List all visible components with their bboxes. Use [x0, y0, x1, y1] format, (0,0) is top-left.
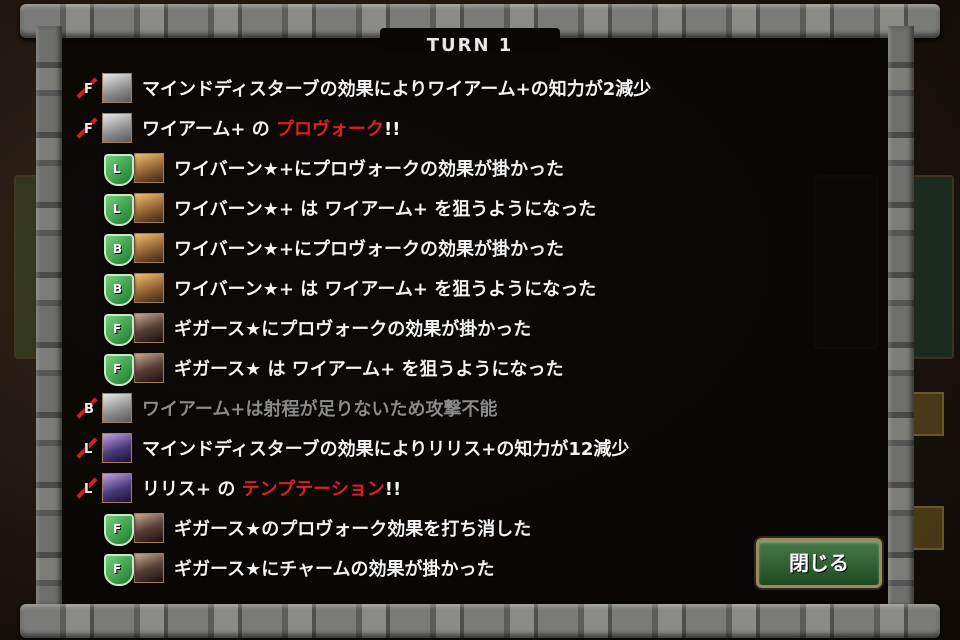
log-message: ギガース★にプロヴォークの効果が掛かった: [174, 315, 531, 341]
unit-portrait-gigas: [134, 553, 164, 583]
attack-sword-icon: L: [70, 472, 100, 504]
position-letter: L: [84, 442, 93, 457]
defense-shield-icon: F: [102, 352, 134, 386]
log-row: B ワイバーン★+ は ワイアーム+ を狙うようになった: [70, 268, 870, 308]
log-message-text: ワイバーン★+にプロヴォークの効果が掛かった: [174, 159, 564, 180]
defense-shield-icon: L: [102, 192, 134, 226]
position-letter: B: [84, 402, 94, 417]
position-letter: F: [113, 562, 122, 576]
log-row: B ワイバーン★+にプロヴォークの効果が掛かった: [70, 228, 870, 268]
unit-portrait-wyvern: [134, 193, 164, 223]
defense-shield-icon: F: [102, 312, 134, 346]
position-letter: F: [84, 122, 93, 137]
position-letter: F: [113, 362, 122, 376]
log-row: B ワイアーム+は射程が足りないため攻撃不能: [70, 388, 870, 428]
log-message: ワイアーム+は射程が足りないため攻撃不能: [142, 395, 497, 421]
turn-title: TURN 1: [380, 28, 560, 52]
log-message-text: ワイバーン★+ は ワイアーム+ を狙うようになった: [174, 279, 597, 300]
log-row: L マインドディスターブの効果によりリリス+の知力が12減少: [70, 428, 870, 468]
unit-portrait-lilith: [102, 433, 132, 463]
log-row: L リリス+ の テンプテーション!!: [70, 468, 870, 508]
frame-left: [36, 26, 62, 616]
position-letter: L: [113, 202, 121, 216]
log-row: L ワイバーン★+ は ワイアーム+ を狙うようになった: [70, 188, 870, 228]
log-message-text: マインドディスターブの効果によりリリス+の知力が12減少: [142, 439, 630, 460]
skill-name-highlight: テンプテーション: [241, 479, 385, 500]
log-row: F ギガース★にプロヴォークの効果が掛かった: [70, 308, 870, 348]
unit-portrait-gigas: [134, 313, 164, 343]
log-message-text: ワイアーム+ の: [142, 119, 276, 140]
log-message: ワイバーン★+にプロヴォークの効果が掛かった: [174, 235, 564, 261]
log-message-text: リリス+ の: [142, 479, 242, 500]
log-message-text: ワイアーム+は射程が足りないため攻撃不能: [142, 399, 498, 420]
log-message-text: ギガース★ は ワイアーム+ を狙うようになった: [174, 359, 564, 380]
log-message-text: ギガース★にチャームの効果が掛かった: [174, 559, 495, 580]
log-message-text: マインドディスターブの効果によりワイアーム+の知力が2減少: [142, 79, 652, 100]
log-message: ギガース★ は ワイアーム+ を狙うようになった: [174, 355, 564, 381]
attack-sword-icon: F: [70, 112, 100, 144]
log-message-text: ギガース★のプロヴォーク効果を打ち消した: [174, 519, 532, 540]
position-letter: F: [113, 522, 122, 536]
log-message-text: ワイバーン★+にプロヴォークの効果が掛かった: [174, 239, 564, 260]
log-row: F ギガース★のプロヴォーク効果を打ち消した: [70, 508, 870, 548]
log-message: リリス+ の テンプテーション!!: [142, 475, 401, 501]
log-message: ギガース★にチャームの効果が掛かった: [174, 555, 495, 581]
position-letter: B: [113, 282, 123, 296]
position-letter: B: [113, 242, 123, 256]
unit-portrait-wyvern: [134, 273, 164, 303]
log-message: マインドディスターブの効果によりワイアーム+の知力が2減少: [142, 75, 651, 101]
unit-portrait-gigas: [134, 513, 164, 543]
unit-portrait-wyvern: [134, 153, 164, 183]
log-message: マインドディスターブの効果によりリリス+の知力が12減少: [142, 435, 629, 461]
log-row: F ギガース★ は ワイアーム+ を狙うようになった: [70, 348, 870, 388]
log-row: F ギガース★にチャームの効果が掛かった: [70, 548, 870, 588]
position-letter: L: [113, 162, 121, 176]
battle-log-list: F マインドディスターブの効果によりワイアーム+の知力が2減少 F ワイアーム+ の …: [70, 68, 870, 588]
position-letter: L: [84, 482, 93, 497]
unit-portrait-gigas: [134, 353, 164, 383]
log-message: ギガース★のプロヴォーク効果を打ち消した: [174, 515, 531, 541]
position-letter: F: [84, 82, 93, 97]
attack-sword-icon: B: [70, 392, 100, 424]
log-message: ワイバーン★+ は ワイアーム+ を狙うようになった: [174, 195, 596, 221]
log-message: ワイアーム+ の プロヴォーク!!: [142, 115, 400, 141]
log-message: ワイバーン★+ は ワイアーム+ を狙うようになった: [174, 275, 596, 301]
log-message-suffix: !!: [384, 479, 402, 500]
log-message-suffix: !!: [384, 119, 401, 140]
unit-portrait-wyarm: [102, 393, 132, 423]
log-row: F マインドディスターブの効果によりワイアーム+の知力が2減少: [70, 68, 870, 108]
frame-right: [888, 26, 914, 616]
log-message-text: ワイバーン★+ は ワイアーム+ を狙うようになった: [174, 199, 597, 220]
skill-name-highlight: プロヴォーク: [276, 119, 384, 140]
log-message: ワイバーン★+にプロヴォークの効果が掛かった: [174, 155, 564, 181]
defense-shield-icon: B: [102, 232, 134, 266]
unit-portrait-lilith: [102, 473, 132, 503]
defense-shield-icon: F: [102, 552, 134, 586]
log-message-text: ギガース★にプロヴォークの効果が掛かった: [174, 319, 532, 340]
unit-portrait-wyarm: [102, 113, 132, 143]
attack-sword-icon: F: [70, 72, 100, 104]
unit-portrait-wyarm: [102, 73, 132, 103]
defense-shield-icon: F: [102, 512, 134, 546]
frame-bottom: [20, 604, 940, 638]
unit-portrait-wyvern: [134, 233, 164, 263]
attack-sword-icon: L: [70, 432, 100, 464]
log-row: L ワイバーン★+にプロヴォークの効果が掛かった: [70, 148, 870, 188]
defense-shield-icon: L: [102, 152, 134, 186]
position-letter: F: [113, 322, 122, 336]
log-row: F ワイアーム+ の プロヴォーク!!: [70, 108, 870, 148]
close-button[interactable]: 閉じる: [756, 538, 882, 588]
defense-shield-icon: B: [102, 272, 134, 306]
